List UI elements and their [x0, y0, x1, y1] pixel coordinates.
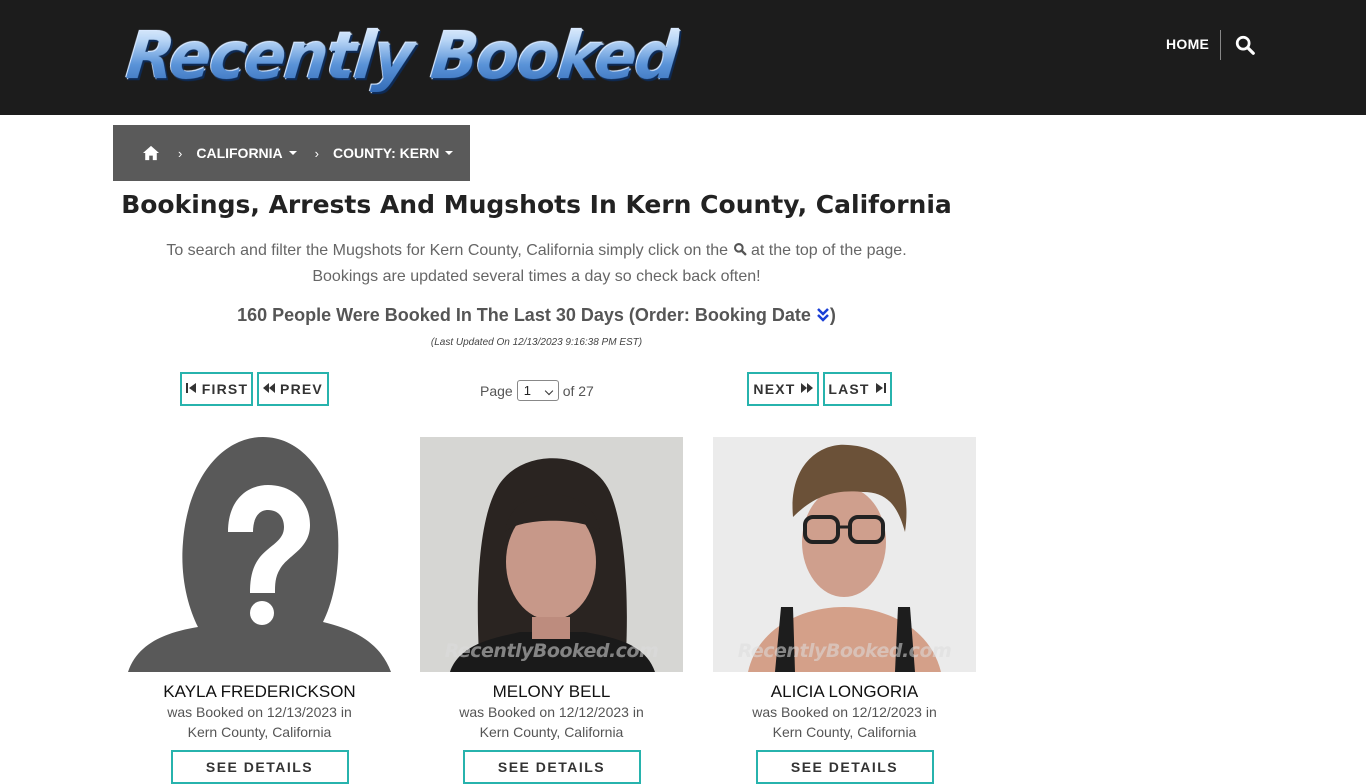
breadcrumb-county-dropdown[interactable]: COUNTY: KERN	[333, 145, 454, 161]
breadcrumb-separator: ›	[178, 145, 183, 161]
next-icon	[800, 381, 813, 397]
person-name[interactable]: ALICIA LONGORIA	[713, 682, 976, 702]
caret-down-icon	[288, 151, 297, 155]
booking-date: was Booked on 12/12/2023 in	[752, 704, 937, 720]
site-logo[interactable]: Recently Booked	[123, 16, 681, 96]
site-header: Recently Booked HOME	[0, 0, 1366, 115]
booking-date: was Booked on 12/12/2023 in	[459, 704, 644, 720]
see-details-button[interactable]: SEE DETAILS	[170, 750, 349, 784]
person-name[interactable]: MELONY BELL	[420, 682, 683, 702]
nav-divider	[1220, 30, 1221, 60]
prev-page-button[interactable]: PREV	[257, 372, 329, 406]
person-name[interactable]: KAYLA FREDERICKSON	[128, 682, 391, 702]
prev-label: PREV	[280, 381, 323, 397]
sort-order-icon[interactable]	[816, 307, 830, 323]
home-icon[interactable]	[142, 145, 160, 161]
search-icon	[733, 239, 747, 256]
booking-card[interactable]: KAYLA FREDERICKSON was Booked on 12/13/2…	[128, 437, 391, 784]
booking-info: was Booked on 12/13/2023 in Kern County,…	[128, 702, 391, 742]
mugshot-image[interactable]: RecentlyBooked.com	[713, 437, 976, 672]
page-label: Page	[480, 382, 513, 399]
first-label: FIRST	[201, 381, 249, 397]
placeholder-silhouette-icon[interactable]	[128, 437, 391, 672]
search-icon[interactable]	[1234, 34, 1256, 56]
booking-date: was Booked on 12/13/2023 in	[167, 704, 352, 720]
logo-text: Recently Booked	[123, 14, 682, 98]
intro-line2: Bookings are updated several times a day…	[312, 268, 761, 285]
next-label: NEXT	[753, 381, 796, 397]
booking-location: Kern County, California	[187, 724, 332, 740]
booking-count: 160 People Were Booked In The Last 30 Da…	[113, 305, 960, 326]
breadcrumb-state-label: CALIFORNIA	[196, 145, 283, 161]
mugshot-watermark: RecentlyBooked.com	[737, 640, 952, 662]
last-page-button[interactable]: LAST	[823, 372, 892, 406]
booking-location: Kern County, California	[772, 724, 917, 740]
page-indicator: Page 1 of 27	[480, 380, 594, 401]
prev-icon	[263, 381, 276, 397]
intro-part1: To search and filter the Mugshots for Ke…	[166, 242, 729, 259]
booking-count-close: )	[829, 305, 836, 325]
last-updated: (Last Updated On 12/13/2023 9:16:38 PM E…	[430, 337, 643, 348]
see-details-button[interactable]: SEE DETAILS	[755, 750, 934, 784]
next-page-button[interactable]: NEXT	[747, 372, 819, 406]
booking-card[interactable]: RecentlyBooked.com MELONY BELL was Booke…	[420, 437, 683, 784]
booking-count-text: 160 People Were Booked In The Last 30 Da…	[237, 305, 811, 325]
caret-down-icon	[445, 151, 454, 155]
page-total: of 27	[562, 382, 594, 399]
booking-info: was Booked on 12/12/2023 in Kern County,…	[420, 702, 683, 742]
first-page-button[interactable]: FIRST	[180, 372, 253, 406]
intro-text: To search and filter the Mugshots for Ke…	[113, 238, 960, 290]
breadcrumb-separator: ›	[314, 145, 320, 161]
nav-home-link[interactable]: HOME	[1166, 36, 1209, 52]
first-icon	[185, 381, 197, 397]
mugshot-watermark: RecentlyBooked.com	[444, 640, 659, 662]
last-icon	[875, 381, 887, 397]
page-select[interactable]: 1	[516, 380, 559, 401]
booking-card[interactable]: RecentlyBooked.com ALICIA LONGORIA was B…	[713, 437, 976, 784]
mugshot-image[interactable]: RecentlyBooked.com	[420, 437, 683, 672]
booking-location: Kern County, California	[479, 724, 624, 740]
last-label: LAST	[828, 381, 870, 397]
breadcrumb-state-dropdown[interactable]: CALIFORNIA	[196, 145, 297, 161]
intro-part2: at the top of the page.	[750, 242, 907, 259]
breadcrumb-county-label: COUNTY: KERN	[333, 145, 440, 161]
breadcrumb: › CALIFORNIA › COUNTY: KERN	[113, 125, 470, 181]
page-title: Bookings, Arrests And Mugshots In Kern C…	[121, 190, 952, 219]
see-details-button[interactable]: SEE DETAILS	[462, 750, 641, 784]
booking-info: was Booked on 12/12/2023 in Kern County,…	[713, 702, 976, 742]
